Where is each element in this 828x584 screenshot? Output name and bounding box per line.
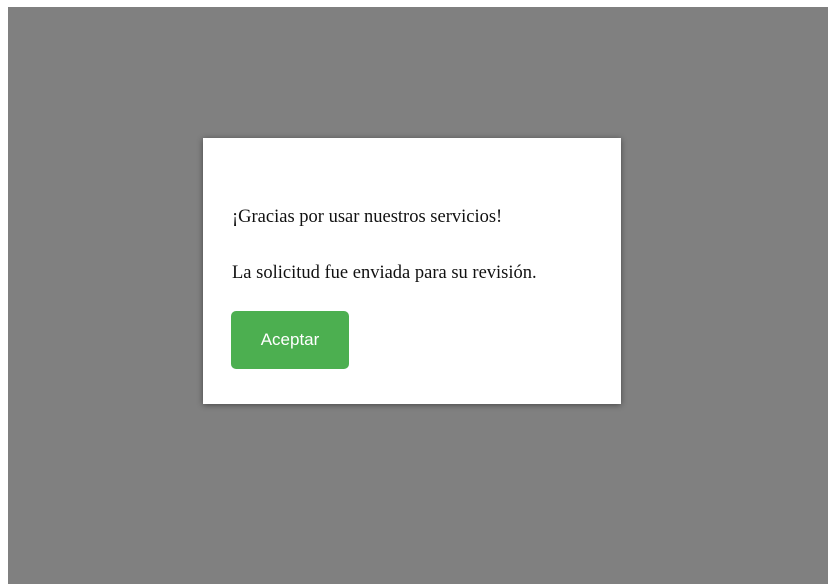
request-sent-message: La solicitud fue enviada para su revisió… <box>232 263 537 283</box>
confirmation-dialog: ¡Gracias por usar nuestros servicios! La… <box>203 138 621 404</box>
thanks-message: ¡Gracias por usar nuestros servicios! <box>232 207 503 227</box>
accept-button[interactable]: Aceptar <box>231 311 349 369</box>
page: ¡Gracias por usar nuestros servicios! La… <box>0 0 828 584</box>
